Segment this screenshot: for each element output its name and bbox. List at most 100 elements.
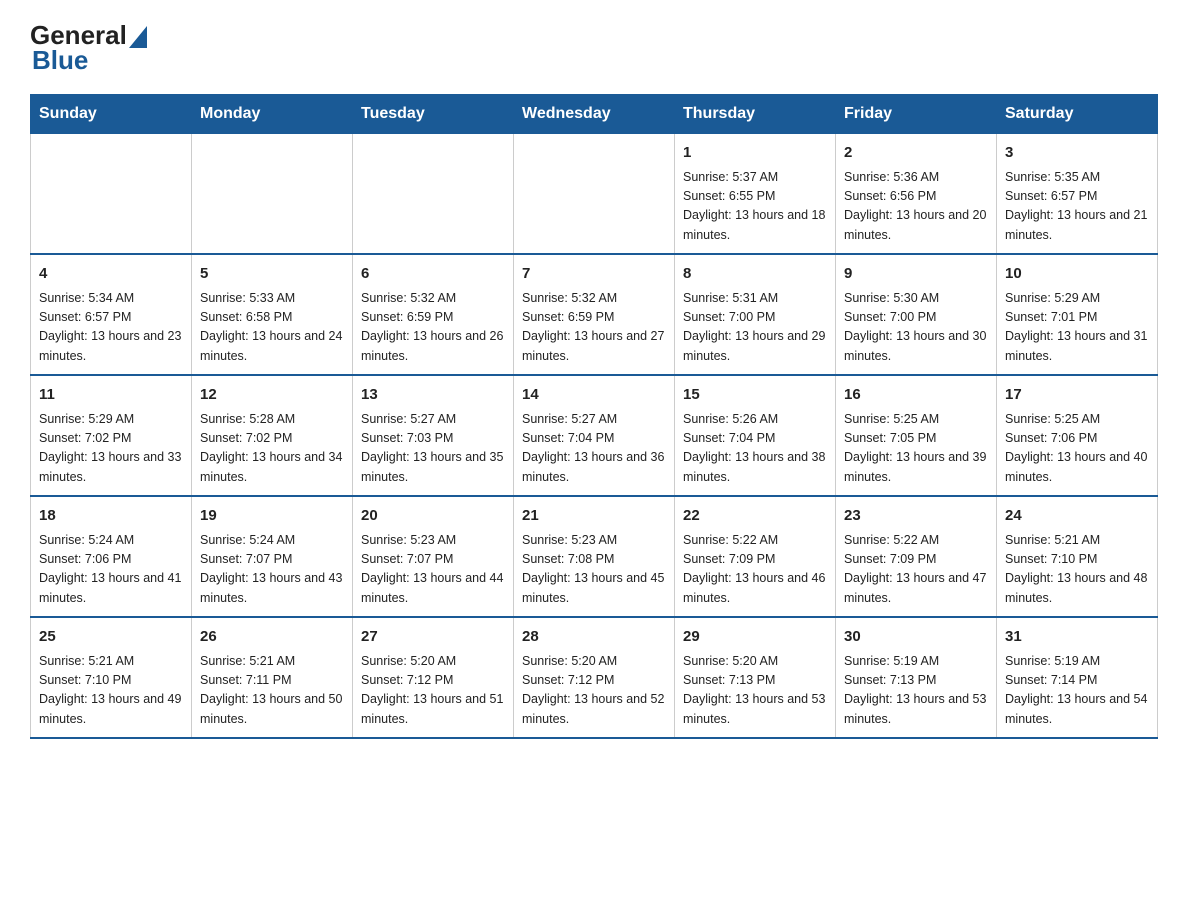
day-info: Sunrise: 5:19 AM Sunset: 7:14 PM Dayligh… [1005,652,1149,730]
day-info: Sunrise: 5:23 AM Sunset: 7:08 PM Dayligh… [522,531,666,609]
day-info: Sunrise: 5:36 AM Sunset: 6:56 PM Dayligh… [844,168,988,246]
calendar-day-cell: 8 Sunrise: 5:31 AM Sunset: 7:00 PM Daylig… [675,254,836,375]
day-info: Sunrise: 5:24 AM Sunset: 7:06 PM Dayligh… [39,531,183,609]
day-of-week-header: Friday [836,95,997,134]
day-of-week-header: Wednesday [514,95,675,134]
calendar-day-cell: 7 Sunrise: 5:32 AM Sunset: 6:59 PM Daylig… [514,254,675,375]
calendar-day-cell: 25 Sunrise: 5:21 AM Sunset: 7:10 PM Dayli… [31,617,192,738]
day-number: 27 [361,626,505,649]
calendar-week-row: 1Sunrise: 5:37 AM Sunset: 6:55 PM Daylig… [31,134,1158,255]
calendar-week-row: 4Sunrise: 5:34 AM Sunset: 6:57 PM Daylig… [31,254,1158,375]
day-info: Sunrise: 5:32 AM Sunset: 6:59 PM Dayligh… [361,289,505,367]
day-number: 24 [1005,505,1149,528]
day-number: 8 [683,263,827,286]
day-info: Sunrise: 5:30 AM Sunset: 7:00 PM Dayligh… [844,289,988,367]
day-info: Sunrise: 5:33 AM Sunset: 6:58 PM Dayligh… [200,289,344,367]
calendar-header-row: SundayMondayTuesdayWednesdayThursdayFrid… [31,95,1158,134]
day-number: 17 [1005,384,1149,407]
calendar-day-cell: 23 Sunrise: 5:22 AM Sunset: 7:09 PM Dayli… [836,496,997,617]
calendar-day-cell [353,134,514,255]
calendar-day-cell: 22Sunrise: 5:22 AM Sunset: 7:09 PM Dayli… [675,496,836,617]
logo: General Blue [30,20,147,76]
calendar-day-cell: 16 Sunrise: 5:25 AM Sunset: 7:05 PM Dayli… [836,375,997,496]
day-number: 7 [522,263,666,286]
day-number: 25 [39,626,183,649]
calendar-day-cell: 29Sunrise: 5:20 AM Sunset: 7:13 PM Dayli… [675,617,836,738]
day-info: Sunrise: 5:35 AM Sunset: 6:57 PM Dayligh… [1005,168,1149,246]
calendar-week-row: 18 Sunrise: 5:24 AM Sunset: 7:06 PM Dayli… [31,496,1158,617]
day-info: Sunrise: 5:20 AM Sunset: 7:12 PM Dayligh… [522,652,666,730]
day-of-week-header: Thursday [675,95,836,134]
day-number: 2 [844,142,988,165]
calendar-day-cell: 15 Sunrise: 5:26 AM Sunset: 7:04 PM Dayli… [675,375,836,496]
calendar-table: SundayMondayTuesdayWednesdayThursdayFrid… [30,94,1158,739]
day-number: 5 [200,263,344,286]
day-info: Sunrise: 5:21 AM Sunset: 7:10 PM Dayligh… [1005,531,1149,609]
logo-arrow-icon [129,26,147,48]
day-number: 14 [522,384,666,407]
logo-blue-text: Blue [32,45,88,76]
day-number: 1 [683,142,827,165]
day-info: Sunrise: 5:19 AM Sunset: 7:13 PM Dayligh… [844,652,988,730]
calendar-day-cell: 19 Sunrise: 5:24 AM Sunset: 7:07 PM Dayli… [192,496,353,617]
day-number: 12 [200,384,344,407]
page-header: General Blue [30,20,1158,76]
calendar-day-cell: 3 Sunrise: 5:35 AM Sunset: 6:57 PM Daylig… [997,134,1158,255]
day-info: Sunrise: 5:26 AM Sunset: 7:04 PM Dayligh… [683,410,827,488]
calendar-day-cell: 24 Sunrise: 5:21 AM Sunset: 7:10 PM Dayli… [997,496,1158,617]
day-number: 10 [1005,263,1149,286]
day-info: Sunrise: 5:27 AM Sunset: 7:03 PM Dayligh… [361,410,505,488]
calendar-day-cell: 21 Sunrise: 5:23 AM Sunset: 7:08 PM Dayli… [514,496,675,617]
calendar-day-cell: 28Sunrise: 5:20 AM Sunset: 7:12 PM Dayli… [514,617,675,738]
calendar-day-cell: 17 Sunrise: 5:25 AM Sunset: 7:06 PM Dayli… [997,375,1158,496]
calendar-day-cell [192,134,353,255]
day-info: Sunrise: 5:23 AM Sunset: 7:07 PM Dayligh… [361,531,505,609]
day-info: Sunrise: 5:22 AM Sunset: 7:09 PM Dayligh… [844,531,988,609]
day-info: Sunrise: 5:25 AM Sunset: 7:05 PM Dayligh… [844,410,988,488]
day-number: 6 [361,263,505,286]
calendar-day-cell: 30 Sunrise: 5:19 AM Sunset: 7:13 PM Dayli… [836,617,997,738]
day-number: 26 [200,626,344,649]
day-info: Sunrise: 5:29 AM Sunset: 7:01 PM Dayligh… [1005,289,1149,367]
calendar-day-cell: 6 Sunrise: 5:32 AM Sunset: 6:59 PM Daylig… [353,254,514,375]
day-number: 18 [39,505,183,528]
day-number: 31 [1005,626,1149,649]
calendar-day-cell: 2 Sunrise: 5:36 AM Sunset: 6:56 PM Daylig… [836,134,997,255]
day-number: 19 [200,505,344,528]
day-info: Sunrise: 5:25 AM Sunset: 7:06 PM Dayligh… [1005,410,1149,488]
day-info: Sunrise: 5:22 AM Sunset: 7:09 PM Dayligh… [683,531,827,609]
day-number: 9 [844,263,988,286]
day-number: 4 [39,263,183,286]
day-number: 23 [844,505,988,528]
calendar-week-row: 25 Sunrise: 5:21 AM Sunset: 7:10 PM Dayli… [31,617,1158,738]
day-of-week-header: Sunday [31,95,192,134]
calendar-week-row: 11 Sunrise: 5:29 AM Sunset: 7:02 PM Dayli… [31,375,1158,496]
day-info: Sunrise: 5:32 AM Sunset: 6:59 PM Dayligh… [522,289,666,367]
calendar-day-cell: 14 Sunrise: 5:27 AM Sunset: 7:04 PM Dayli… [514,375,675,496]
day-info: Sunrise: 5:27 AM Sunset: 7:04 PM Dayligh… [522,410,666,488]
day-number: 21 [522,505,666,528]
day-info: Sunrise: 5:29 AM Sunset: 7:02 PM Dayligh… [39,410,183,488]
day-number: 30 [844,626,988,649]
day-number: 16 [844,384,988,407]
day-number: 11 [39,384,183,407]
calendar-day-cell: 12 Sunrise: 5:28 AM Sunset: 7:02 PM Dayli… [192,375,353,496]
calendar-day-cell: 10 Sunrise: 5:29 AM Sunset: 7:01 PM Dayli… [997,254,1158,375]
day-of-week-header: Monday [192,95,353,134]
calendar-day-cell: 4Sunrise: 5:34 AM Sunset: 6:57 PM Daylig… [31,254,192,375]
day-number: 15 [683,384,827,407]
day-number: 20 [361,505,505,528]
calendar-day-cell: 5 Sunrise: 5:33 AM Sunset: 6:58 PM Daylig… [192,254,353,375]
day-info: Sunrise: 5:20 AM Sunset: 7:13 PM Dayligh… [683,652,827,730]
day-info: Sunrise: 5:28 AM Sunset: 7:02 PM Dayligh… [200,410,344,488]
day-info: Sunrise: 5:31 AM Sunset: 7:00 PM Dayligh… [683,289,827,367]
day-info: Sunrise: 5:21 AM Sunset: 7:10 PM Dayligh… [39,652,183,730]
day-info: Sunrise: 5:20 AM Sunset: 7:12 PM Dayligh… [361,652,505,730]
day-number: 3 [1005,142,1149,165]
day-of-week-header: Saturday [997,95,1158,134]
calendar-day-cell: 20 Sunrise: 5:23 AM Sunset: 7:07 PM Dayli… [353,496,514,617]
day-number: 13 [361,384,505,407]
calendar-day-cell: 11 Sunrise: 5:29 AM Sunset: 7:02 PM Dayli… [31,375,192,496]
calendar-day-cell: 18 Sunrise: 5:24 AM Sunset: 7:06 PM Dayli… [31,496,192,617]
day-info: Sunrise: 5:24 AM Sunset: 7:07 PM Dayligh… [200,531,344,609]
